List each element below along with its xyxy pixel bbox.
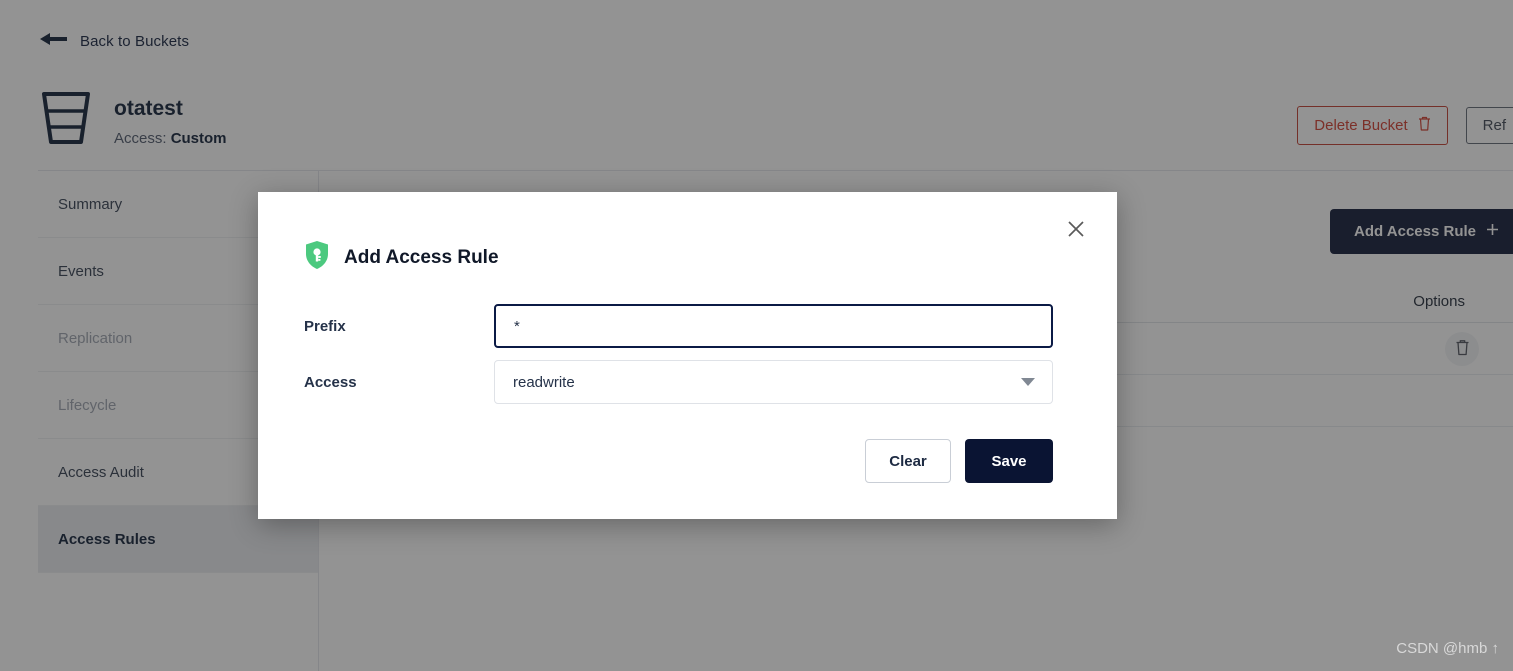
dialog-actions: Clear Save <box>865 439 1053 483</box>
save-button[interactable]: Save <box>965 439 1053 483</box>
prefix-form-row: Prefix <box>304 304 1053 348</box>
access-select[interactable]: readwrite <box>494 360 1053 404</box>
prefix-input[interactable] <box>494 304 1053 348</box>
modal-overlay[interactable]: Add Access Rule Prefix Access readwrite … <box>0 0 1513 671</box>
close-icon[interactable] <box>1059 212 1093 246</box>
add-access-rule-dialog: Add Access Rule Prefix Access readwrite … <box>258 192 1117 519</box>
shield-key-icon <box>304 240 330 275</box>
access-form-row: Access readwrite <box>304 360 1053 404</box>
dialog-title: Add Access Rule <box>344 246 499 268</box>
prefix-label: Prefix <box>304 317 346 335</box>
access-select-wrapper: readwrite <box>494 360 1053 404</box>
access-select-value: readwrite <box>513 373 575 391</box>
dialog-title-row: Add Access Rule <box>304 240 499 275</box>
clear-button[interactable]: Clear <box>865 439 951 483</box>
access-label: Access <box>304 373 357 391</box>
